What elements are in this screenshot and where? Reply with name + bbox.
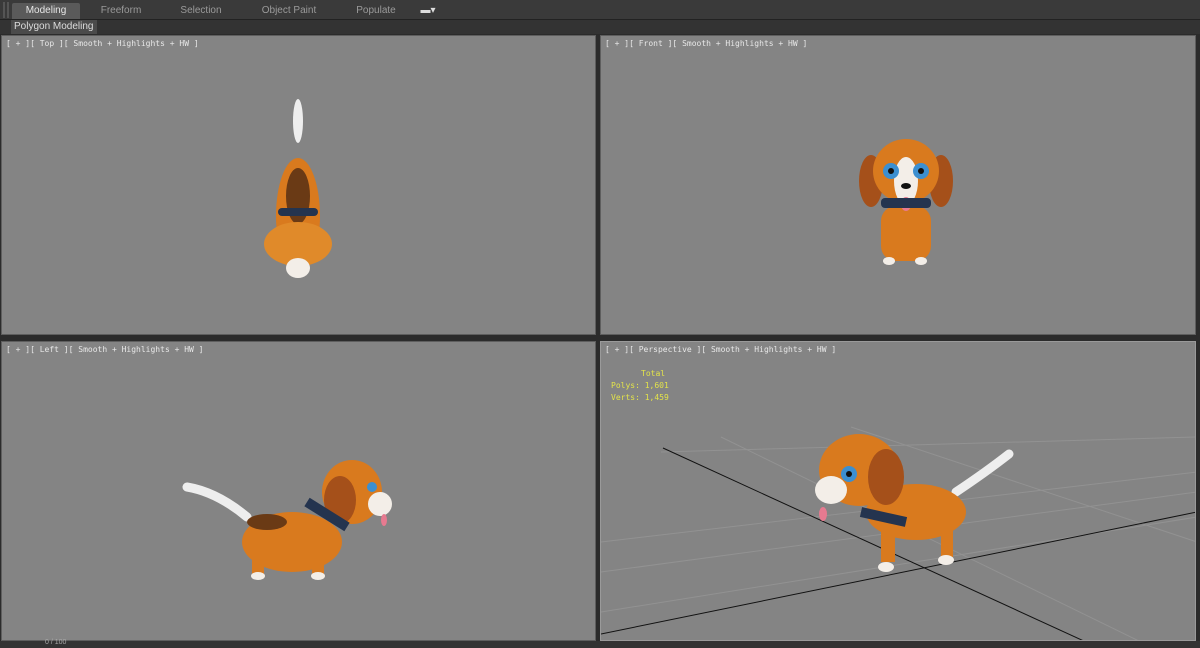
viewport-label[interactable]: [ + ][ Perspective ][ Smooth + Highlight… bbox=[605, 345, 836, 354]
viewport-top[interactable]: [ + ][ Top ][ Smooth + Highlights + HW ] bbox=[1, 35, 596, 335]
scene-statistics: Total Polys: 1,601 Verts: 1,459 bbox=[611, 368, 669, 404]
perspective-grid-and-dog bbox=[601, 426, 1195, 640]
dog-top-view bbox=[264, 99, 332, 278]
dog-front-view bbox=[859, 139, 953, 265]
tab-freeform[interactable]: Freeform bbox=[90, 3, 152, 19]
ribbon-options-dropdown-icon[interactable]: ▬▾ bbox=[417, 3, 439, 19]
tab-modeling[interactable]: Modeling bbox=[12, 3, 80, 19]
polygon-modeling-label[interactable]: Polygon Modeling bbox=[11, 20, 97, 34]
viewport-label[interactable]: [ + ][ Top ][ Smooth + Highlights + HW ] bbox=[6, 39, 199, 48]
ribbon-panel: Polygon Modeling bbox=[0, 20, 1200, 34]
viewport-front[interactable]: [ + ][ Front ][ Smooth + Highlights + HW… bbox=[600, 35, 1196, 335]
frame-counter: 0 / 100 bbox=[45, 639, 67, 646]
time-slider[interactable]: 0 / 100 bbox=[0, 639, 1200, 648]
stats-verts: Verts: 1,459 bbox=[611, 393, 669, 402]
tab-object-paint[interactable]: Object Paint bbox=[255, 3, 323, 19]
dog-left-view bbox=[182, 460, 392, 580]
viewport-left[interactable]: [ + ][ Left ][ Smooth + Highlights + HW … bbox=[1, 341, 596, 641]
viewport-label[interactable]: [ + ][ Left ][ Smooth + Highlights + HW … bbox=[6, 345, 203, 354]
stats-header: Total bbox=[641, 369, 666, 378]
viewport-perspective[interactable]: [ + ][ Perspective ][ Smooth + Highlight… bbox=[600, 341, 1196, 641]
ribbon: Modeling Freeform Selection Object Paint… bbox=[0, 0, 1200, 20]
tab-populate[interactable]: Populate bbox=[345, 3, 407, 19]
stats-polys: Polys: 1,601 bbox=[611, 381, 669, 390]
viewport-label[interactable]: [ + ][ Front ][ Smooth + Highlights + HW… bbox=[605, 39, 807, 48]
ribbon-grip[interactable] bbox=[3, 2, 9, 18]
tab-selection[interactable]: Selection bbox=[170, 3, 232, 19]
